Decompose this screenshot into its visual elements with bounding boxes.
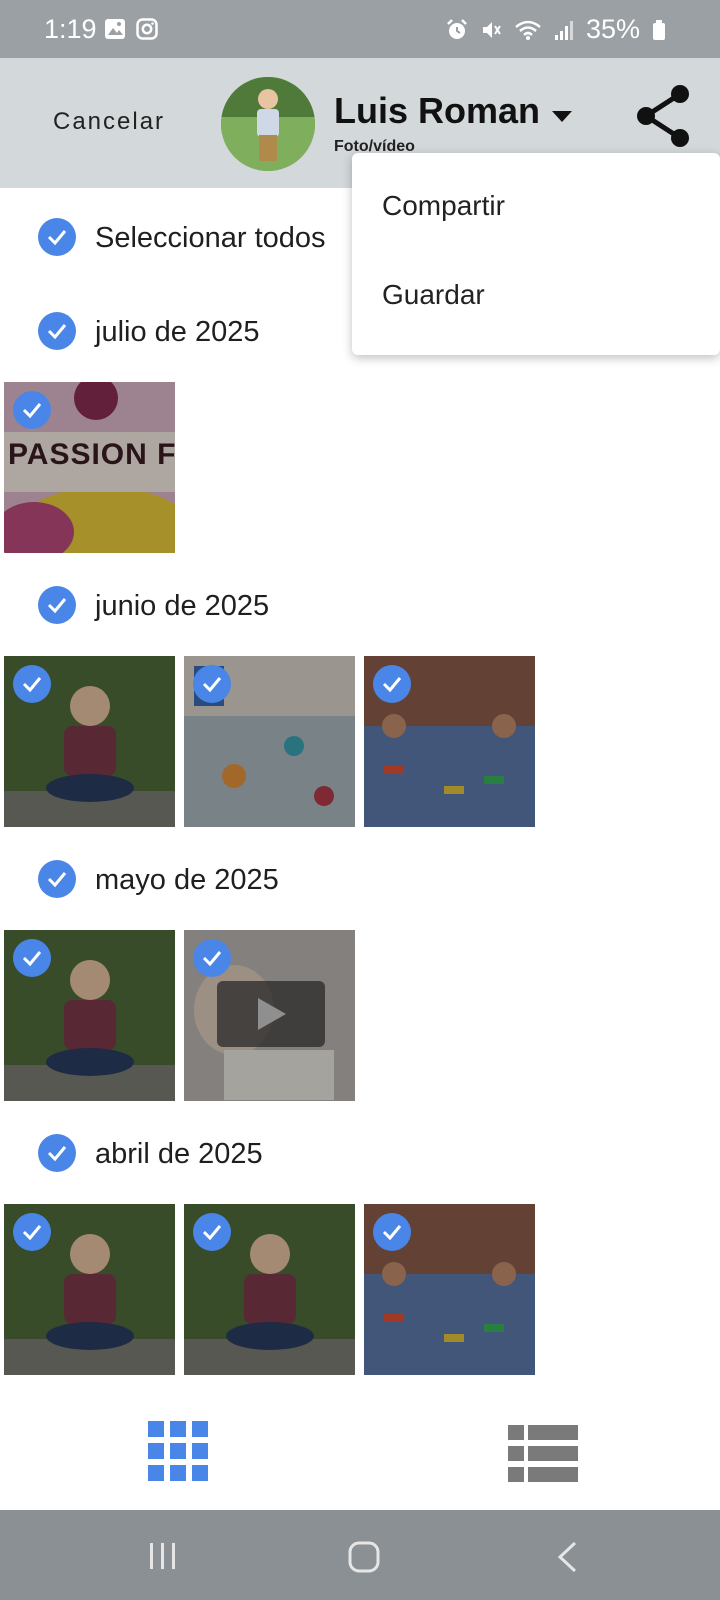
avatar[interactable] xyxy=(221,77,315,171)
thumbnail-check[interactable] xyxy=(193,939,231,977)
thumbnail-check[interactable] xyxy=(13,1213,51,1251)
menu-item-share[interactable]: Compartir xyxy=(382,190,505,222)
photo-thumbnail[interactable] xyxy=(4,930,175,1101)
mute-icon xyxy=(480,19,502,41)
select-all-label[interactable]: Seleccionar todos xyxy=(95,222,326,255)
select-all-checkbox[interactable] xyxy=(38,218,76,256)
battery-icon xyxy=(652,19,666,41)
alarm-icon xyxy=(446,18,468,41)
thumbnail-check[interactable] xyxy=(13,939,51,977)
video-thumbnail[interactable] xyxy=(184,930,355,1101)
home-icon[interactable] xyxy=(348,1541,380,1578)
section-checkbox-junio[interactable] xyxy=(38,586,76,624)
navigation-bar xyxy=(0,1510,720,1600)
section-label: abril de 2025 xyxy=(95,1138,263,1170)
thumbnail-check[interactable] xyxy=(373,665,411,703)
section-label: junio de 2025 xyxy=(95,590,270,622)
recent-apps-icon[interactable] xyxy=(148,1541,178,1576)
status-time: 1:19 xyxy=(44,14,97,44)
photo-thumbnail[interactable] xyxy=(364,1204,535,1375)
chevron-down-icon[interactable] xyxy=(551,110,573,129)
photo-thumbnail[interactable] xyxy=(184,1204,355,1375)
section-checkbox-mayo[interactable] xyxy=(38,860,76,898)
photo-thumbnail[interactable] xyxy=(4,656,175,827)
battery-percent: 35% xyxy=(585,14,640,44)
photo-thumbnail[interactable] xyxy=(4,1204,175,1375)
signal-icon xyxy=(554,19,574,41)
photo-thumbnail[interactable] xyxy=(364,656,535,827)
section-label: mayo de 2025 xyxy=(95,864,279,896)
section-label: julio de 2025 xyxy=(95,316,260,348)
wifi-icon xyxy=(514,19,542,41)
photo-thumbnail[interactable]: PASSION FRUIT xyxy=(4,382,175,553)
thumbnail-check[interactable] xyxy=(193,1213,231,1251)
section-checkbox-julio[interactable] xyxy=(38,312,76,350)
section-checkbox-abril[interactable] xyxy=(38,1134,76,1172)
grid-view-icon[interactable] xyxy=(148,1421,212,1490)
photo-thumbnail[interactable] xyxy=(184,656,355,827)
menu-item-save[interactable]: Guardar xyxy=(382,279,485,311)
thumbnail-check[interactable] xyxy=(373,1213,411,1251)
popup-menu: Compartir Guardar xyxy=(352,153,720,355)
thumbnail-check[interactable] xyxy=(13,665,51,703)
thumbnail-check[interactable] xyxy=(193,665,231,703)
cancel-button[interactable]: Cancelar xyxy=(53,108,165,136)
gallery-icon xyxy=(104,18,126,40)
contact-name[interactable]: Luis Roman xyxy=(334,90,540,132)
instagram-icon xyxy=(136,18,158,40)
status-bar: 1:19 35% xyxy=(0,0,720,58)
thumbnail-check[interactable] xyxy=(13,391,51,429)
list-view-icon[interactable] xyxy=(508,1425,578,1488)
play-icon[interactable] xyxy=(256,996,288,1037)
share-icon[interactable] xyxy=(634,84,694,153)
back-icon[interactable] xyxy=(556,1541,578,1578)
